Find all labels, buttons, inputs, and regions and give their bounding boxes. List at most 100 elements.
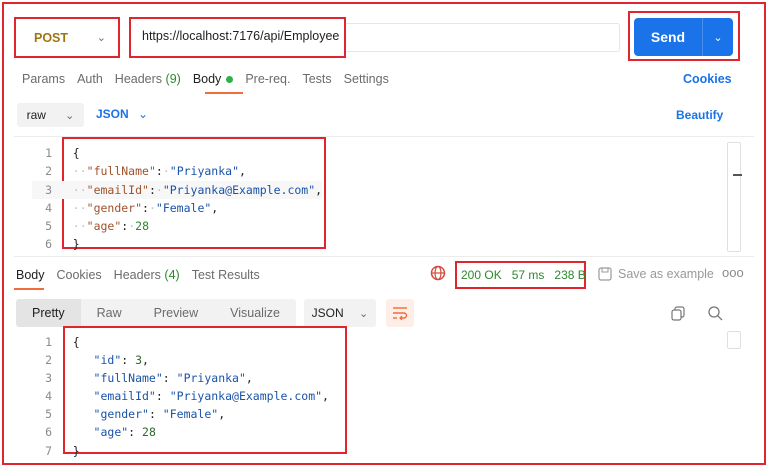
- tab-response-cookies[interactable]: Cookies: [57, 268, 102, 282]
- url-field-bg: [346, 23, 620, 52]
- json-value: "Priyanka@Example.com": [162, 182, 316, 197]
- network-globe-icon[interactable]: [430, 265, 446, 281]
- code-text: }: [72, 237, 80, 252]
- response-format-select[interactable]: JSON ⌄: [303, 299, 376, 327]
- tab-test-results[interactable]: Test Results: [192, 268, 260, 282]
- body-mode-select[interactable]: raw ⌄: [17, 103, 84, 127]
- search-icon[interactable]: [707, 305, 723, 321]
- chevron-down-icon: ⌄: [359, 307, 369, 320]
- body-mode-label: raw: [26, 108, 46, 122]
- json-value: 28: [135, 219, 149, 234]
- code-text: {: [72, 335, 80, 349]
- code-line: 2 "id": 3,: [32, 351, 329, 369]
- tab-response-headers[interactable]: Headers (4): [114, 268, 180, 282]
- tab-response-body[interactable]: Body: [16, 268, 45, 282]
- line-number: 5: [45, 219, 52, 234]
- tab-body-label: Body: [192, 72, 222, 86]
- tab-prerequest[interactable]: Pre-req.: [245, 72, 290, 86]
- response-status: 200 OK 57 ms 238 B: [461, 268, 586, 282]
- tab-response-headers-count: (4): [164, 268, 180, 282]
- view-raw[interactable]: Raw: [80, 299, 138, 327]
- json-key: "fullName": [93, 371, 163, 386]
- indent-guide: ··: [72, 164, 87, 179]
- code-line: 6 }: [32, 235, 322, 253]
- code-line: 4 "emailId": "Priyanka@Example.com",: [32, 387, 329, 405]
- code-line: 3 "fullName": "Priyanka",: [32, 369, 329, 387]
- line-number: 6: [45, 425, 52, 440]
- json-key: "emailId": [93, 389, 156, 404]
- view-visualize[interactable]: Visualize: [214, 299, 296, 327]
- view-preview[interactable]: Preview: [137, 299, 215, 327]
- request-body-editor[interactable]: 1 { 2 ··"fullName":·"Priyanka", 3 ··"ema…: [32, 144, 323, 254]
- chevron-down-icon: ⌄: [65, 109, 75, 122]
- json-value: "Female": [162, 407, 219, 422]
- send-button[interactable]: Send ⌄: [634, 18, 733, 56]
- json-value: "Priyanka": [169, 164, 240, 179]
- code-line: 1 {: [32, 144, 322, 162]
- url-input[interactable]: https://localhost:7176/api/Employee: [142, 29, 339, 43]
- code-line: 2 ··"fullName":·"Priyanka",: [32, 162, 322, 180]
- response-divider: [14, 256, 754, 257]
- line-number: 1: [45, 146, 52, 160]
- copy-icon[interactable]: [670, 305, 686, 321]
- response-time[interactable]: 57 ms: [512, 268, 545, 282]
- tab-auth[interactable]: Auth: [77, 72, 103, 86]
- indent-guide: ··: [72, 219, 87, 234]
- line-number: 3: [45, 182, 52, 197]
- wrap-lines-button[interactable]: [385, 299, 414, 327]
- tab-headers-count: (9): [165, 72, 181, 86]
- minimap-marker: [733, 174, 742, 176]
- response-scrollbar[interactable]: [727, 331, 741, 349]
- line-number: 4: [45, 200, 52, 215]
- response-body-viewer[interactable]: 1 { 2 "id": 3, 3 "fullName": "Priyanka",…: [32, 333, 329, 460]
- tab-params[interactable]: Params: [22, 72, 65, 86]
- code-text: {: [72, 146, 80, 160]
- modified-dot-icon: [226, 76, 234, 84]
- chevron-down-icon[interactable]: ⌄: [703, 31, 733, 44]
- tab-tests[interactable]: Tests: [302, 72, 331, 86]
- save-icon: [598, 267, 612, 281]
- active-tab-indicator: [14, 288, 44, 290]
- indent-guide: ··: [72, 200, 87, 215]
- json-value: "Priyanka": [176, 371, 246, 386]
- json-key: "emailId": [86, 182, 149, 197]
- request-tabs: Params Auth Headers (9) Body Pre-req. Te…: [22, 72, 401, 86]
- response-size[interactable]: 238 B: [554, 268, 585, 282]
- code-line: 3 ··"emailId":·"Priyanka@Example.com",: [32, 180, 323, 199]
- json-value: 3: [135, 353, 143, 368]
- body-format-select[interactable]: JSON ⌄: [96, 107, 148, 121]
- code-line: 5 ··"age":·28: [32, 217, 322, 235]
- response-format-label: JSON: [311, 306, 344, 320]
- json-value: 28: [142, 425, 156, 440]
- response-tabs: Body Cookies Headers (4) Test Results: [16, 268, 272, 282]
- tab-headers[interactable]: Headers (9): [115, 72, 181, 86]
- method-select[interactable]: POST ⌄: [20, 23, 114, 52]
- code-line: 1 {: [32, 333, 329, 351]
- json-key: "fullName": [86, 164, 156, 179]
- line-number: 2: [45, 353, 52, 368]
- editor-scrollbar[interactable]: [727, 142, 741, 252]
- cookies-link[interactable]: Cookies: [683, 72, 732, 86]
- save-as-example-button[interactable]: Save as example: [598, 267, 714, 281]
- line-number: 5: [45, 407, 52, 422]
- send-label: Send: [650, 29, 686, 45]
- response-view-bar: Pretty Raw Preview Visualize JSON ⌄: [16, 299, 414, 327]
- active-tab-indicator: [205, 92, 243, 94]
- view-pretty[interactable]: Pretty: [16, 299, 81, 327]
- tab-settings[interactable]: Settings: [344, 72, 389, 86]
- more-options-icon[interactable]: ooo: [722, 265, 744, 280]
- line-number: 7: [45, 443, 52, 458]
- json-value: "Priyanka@Example.com": [169, 389, 323, 404]
- view-mode-group: Pretty Raw Preview Visualize: [16, 299, 296, 327]
- beautify-button[interactable]: Beautify: [676, 108, 723, 122]
- json-value: "Female": [155, 200, 212, 215]
- status-code[interactable]: 200 OK: [461, 268, 502, 282]
- chevron-down-icon: ⌄: [138, 107, 149, 121]
- json-key: "age": [86, 219, 122, 234]
- json-key: "age": [93, 425, 129, 440]
- code-line: 4 ··"gender":·"Female",: [32, 199, 322, 217]
- tab-body[interactable]: Body: [193, 72, 234, 86]
- code-line: 7 }: [32, 442, 329, 460]
- body-format-label: JSON: [96, 107, 129, 121]
- json-key: "gender": [93, 407, 149, 422]
